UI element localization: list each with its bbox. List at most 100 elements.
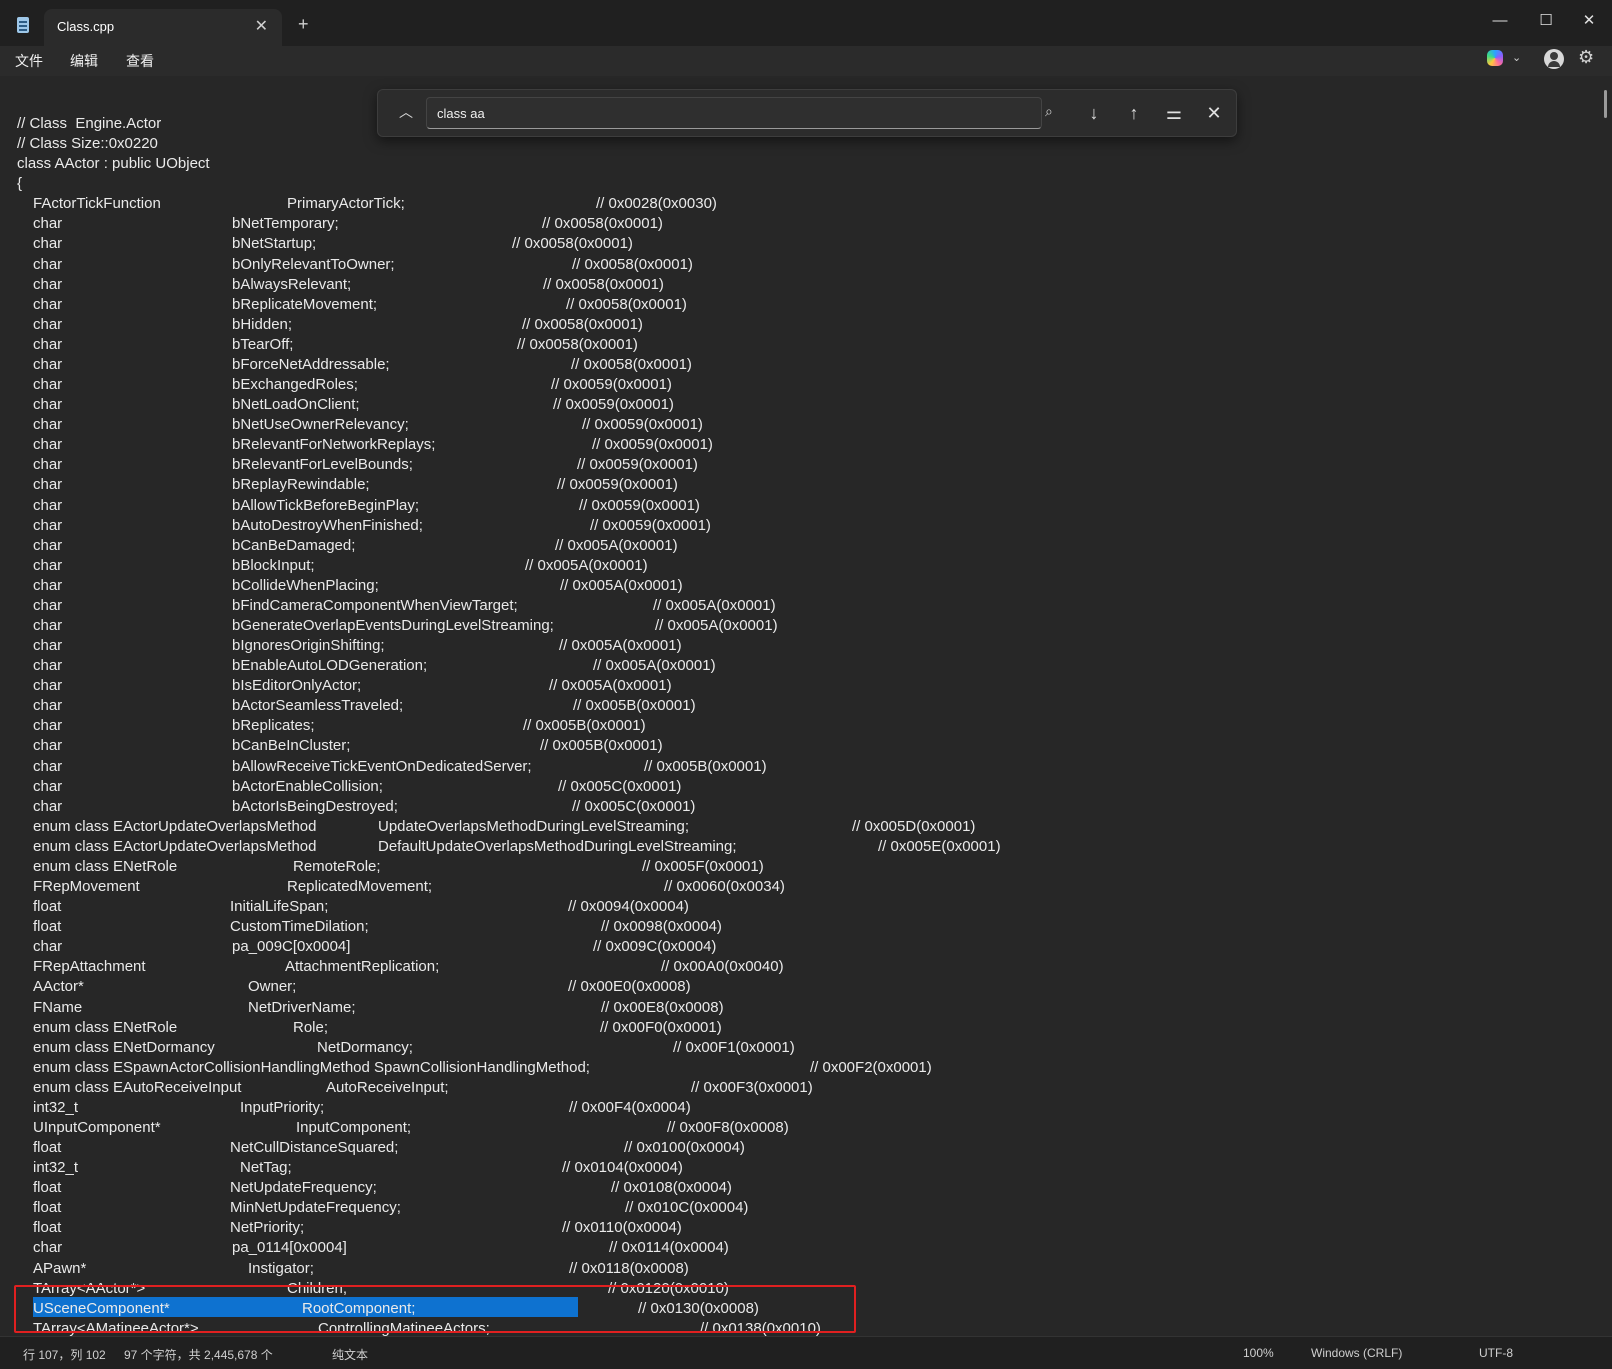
code-type: char bbox=[33, 255, 63, 273]
code-identifier: bAlwaysRelevant; bbox=[232, 275, 352, 293]
code-offset-comment: // 0x005B(0x0001) bbox=[573, 697, 696, 715]
code-identifier: NetDormancy; bbox=[317, 1038, 413, 1056]
code-identifier: bGenerateOverlapEventsDuringLevelStreami… bbox=[232, 617, 554, 634]
code-type: char bbox=[33, 215, 63, 233]
code-identifier: bExchangedRoles; bbox=[232, 376, 358, 394]
code-identifier: ReplicatedMovement; bbox=[287, 878, 433, 896]
code-type: char bbox=[33, 476, 63, 494]
code-type: char bbox=[33, 355, 63, 373]
code-type: FRepMovement bbox=[33, 878, 140, 896]
code-brace: { bbox=[17, 175, 23, 193]
cursor-position[interactable]: 行 107，列 102 bbox=[23, 1346, 106, 1363]
close-window-button[interactable]: ✕ bbox=[1569, 6, 1609, 36]
code-offset-comment: // 0x0108(0x0004) bbox=[611, 1179, 732, 1197]
tab-close-icon[interactable]: ✕ bbox=[255, 16, 268, 36]
find-input[interactable] bbox=[426, 97, 1042, 129]
code-identifier: CustomTimeDilation; bbox=[230, 918, 369, 936]
code-offset-comment: // 0x00F1(0x0001) bbox=[673, 1038, 795, 1056]
code-identifier: bNetLoadOnClient; bbox=[232, 396, 360, 414]
code-type: char bbox=[33, 436, 63, 454]
code-type: char bbox=[33, 536, 63, 554]
code-identifier: bCollideWhenPlacing; bbox=[232, 576, 379, 594]
code-identifier: bHidden; bbox=[232, 315, 293, 333]
code-type: float bbox=[33, 1179, 62, 1197]
encoding[interactable]: UTF-8 bbox=[1479, 1346, 1513, 1360]
close-find-icon[interactable]: ✕ bbox=[1200, 100, 1228, 126]
notepad-app-icon bbox=[17, 17, 29, 33]
code-offset-comment: // 0x0059(0x0001) bbox=[551, 376, 672, 394]
copilot-icon[interactable] bbox=[1487, 50, 1503, 66]
settings-gear-icon[interactable]: ⚙ bbox=[1578, 47, 1594, 68]
code-type: char bbox=[33, 1239, 63, 1257]
code-type: enum class EActorUpdateOverlapsMethod bbox=[33, 817, 317, 835]
code-class-decl: class AActor : public UObject bbox=[17, 155, 210, 173]
line-ending[interactable]: Windows (CRLF) bbox=[1311, 1346, 1402, 1360]
search-icon[interactable]: ⌕ bbox=[1045, 103, 1053, 120]
code-identifier: AttachmentReplication; bbox=[285, 958, 440, 976]
code-type: enum class ENetRole bbox=[33, 857, 178, 875]
code-type: char bbox=[33, 617, 63, 634]
find-previous-arrow-up-icon[interactable]: ↑ bbox=[1120, 100, 1148, 126]
menu-file[interactable]: 文件 bbox=[15, 51, 43, 71]
code-identifier: MinNetUpdateFrequency; bbox=[230, 1199, 401, 1217]
new-tab-button[interactable]: + bbox=[298, 14, 309, 35]
code-offset-comment: // 0x0058(0x0001) bbox=[512, 235, 633, 253]
code-type: char bbox=[33, 777, 63, 795]
code-type: char bbox=[33, 797, 63, 815]
zoom-level[interactable]: 100% bbox=[1243, 1346, 1274, 1360]
code-offset-comment: // 0x0059(0x0001) bbox=[592, 436, 713, 454]
code-type: char bbox=[33, 416, 63, 434]
code-type: char bbox=[33, 295, 63, 313]
code-identifier: InitialLifeSpan; bbox=[230, 898, 329, 916]
menu-view[interactable]: 查看 bbox=[126, 51, 154, 71]
code-identifier: bOnlyRelevantToOwner; bbox=[232, 255, 395, 273]
vertical-scrollbar[interactable] bbox=[1600, 76, 1612, 1336]
code-identifier: bNetTemporary; bbox=[232, 215, 339, 233]
code-offset-comment: // 0x0058(0x0001) bbox=[517, 335, 638, 353]
format-type[interactable]: 纯文本 bbox=[332, 1346, 368, 1363]
code-identifier: RemoteRole; bbox=[293, 857, 381, 875]
find-options-sliders-icon[interactable]: ⚌ bbox=[1160, 100, 1188, 126]
text-editor[interactable]: // Class Engine.Actor// Class Size::0x02… bbox=[0, 76, 1600, 1336]
minimize-button[interactable]: — bbox=[1480, 6, 1520, 36]
code-offset-comment: // 0x005A(0x0001) bbox=[653, 596, 776, 614]
code-offset-comment: // 0x0059(0x0001) bbox=[577, 456, 698, 474]
code-type: float bbox=[33, 898, 62, 916]
code-identifier: bForceNetAddressable; bbox=[232, 355, 390, 373]
code-offset-comment: // 0x0094(0x0004) bbox=[568, 898, 689, 916]
code-type: float bbox=[33, 918, 62, 936]
code-offset-comment: // 0x00F3(0x0001) bbox=[691, 1078, 813, 1096]
code-type: enum class EAutoReceiveInput bbox=[33, 1078, 242, 1096]
account-avatar-icon[interactable] bbox=[1544, 49, 1564, 69]
code-offset-comment: // 0x005B(0x0001) bbox=[644, 757, 767, 775]
code-type: char bbox=[33, 396, 63, 414]
code-offset-comment: // 0x0028(0x0030) bbox=[596, 195, 717, 213]
code-type: char bbox=[33, 757, 63, 775]
code-offset-comment: // 0x00E0(0x0008) bbox=[568, 978, 691, 996]
tab-class-cpp[interactable]: Class.cpp ✕ bbox=[44, 9, 282, 46]
code-type: char bbox=[33, 717, 63, 735]
code-comment: // Class Size::0x0220 bbox=[17, 135, 158, 153]
code-offset-comment: // 0x005A(0x0001) bbox=[559, 637, 682, 655]
menu-edit[interactable]: 编辑 bbox=[70, 51, 98, 71]
code-type: float bbox=[33, 1139, 62, 1157]
scrollbar-thumb[interactable] bbox=[1604, 90, 1607, 118]
code-identifier: bActorEnableCollision; bbox=[232, 777, 383, 795]
code-offset-comment: // 0x0058(0x0001) bbox=[543, 275, 664, 293]
find-next-arrow-down-icon[interactable]: ↓ bbox=[1080, 100, 1108, 126]
code-type: float bbox=[33, 1199, 62, 1217]
collapse-find-chevron-up-icon[interactable]: ︿ bbox=[394, 100, 418, 124]
code-identifier: bBlockInput; bbox=[232, 556, 315, 574]
code-identifier: Instigator; bbox=[248, 1259, 314, 1277]
code-identifier: AutoReceiveInput; bbox=[326, 1078, 449, 1096]
code-identifier: bIsEditorOnlyActor; bbox=[232, 677, 362, 695]
code-type: char bbox=[33, 496, 63, 514]
code-type: char bbox=[33, 275, 63, 293]
code-identifier: Owner; bbox=[248, 978, 297, 996]
code-offset-comment: // 0x0060(0x0034) bbox=[664, 878, 785, 896]
code-type: enum class ESpawnActorCollisionHandlingM… bbox=[33, 1058, 590, 1076]
code-offset-comment: // 0x005A(0x0001) bbox=[655, 617, 778, 634]
code-offset-comment: // 0x005C(0x0001) bbox=[558, 777, 682, 795]
maximize-button[interactable]: ☐ bbox=[1526, 6, 1566, 36]
chevron-down-icon[interactable]: ⌄ bbox=[1512, 51, 1521, 64]
